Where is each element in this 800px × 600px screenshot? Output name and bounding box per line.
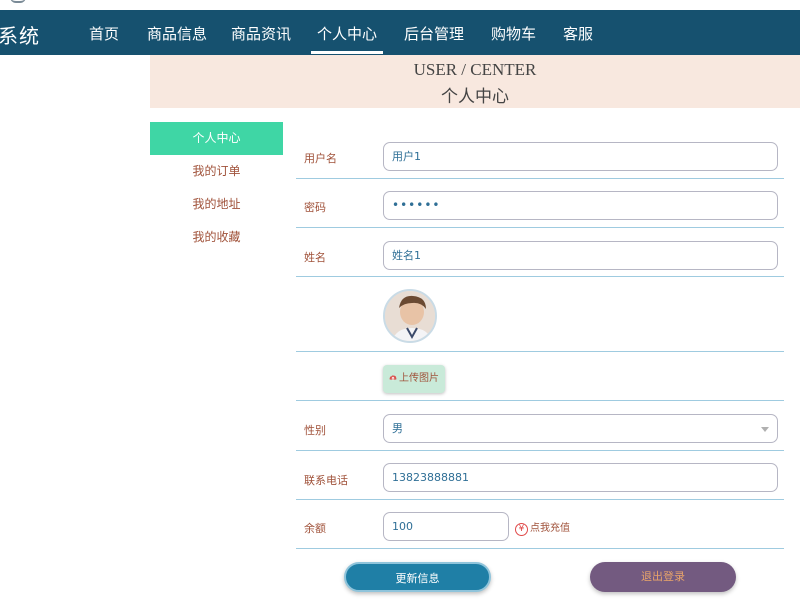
- form-row-username: 用户名 用户1: [296, 131, 784, 179]
- nav-service[interactable]: 客服: [563, 23, 593, 44]
- update-info-button[interactable]: 更新信息: [344, 562, 491, 592]
- nav-cart[interactable]: 购物车: [491, 23, 536, 44]
- gender-value: 男: [392, 422, 403, 435]
- sidebar-item-addresses[interactable]: 我的地址: [150, 188, 283, 221]
- yen-icon: ¥: [515, 523, 528, 536]
- avatar[interactable]: [383, 289, 437, 343]
- phone-input[interactable]: 13823888881: [383, 463, 778, 492]
- form-row-avatar: [296, 277, 784, 352]
- password-input[interactable]: ••••••: [383, 191, 778, 220]
- recharge-link[interactable]: ¥ 点我充值: [515, 519, 570, 536]
- nav-user-center[interactable]: 个人中心: [317, 23, 377, 44]
- password-label: 密码: [304, 201, 326, 214]
- phone-label: 联系电话: [304, 474, 348, 487]
- recharge-label: 点我充值: [530, 523, 570, 534]
- gender-label: 性别: [304, 424, 326, 437]
- form-row-password: 密码 ••••••: [296, 179, 784, 228]
- banner-title-cn: 个人中心: [441, 87, 509, 106]
- name-label: 姓名: [304, 251, 326, 264]
- nav-admin[interactable]: 后台管理: [404, 23, 464, 44]
- sidebar-item-orders[interactable]: 我的订单: [150, 155, 283, 188]
- username-label: 用户名: [304, 152, 337, 165]
- nav-news[interactable]: 商品资讯: [231, 23, 291, 44]
- form-row-phone: 联系电话 13823888881: [296, 451, 784, 500]
- banner-title-en: USER / CENTER: [413, 60, 537, 79]
- sidebar: 个人中心 我的订单 我的地址 我的收藏: [150, 122, 283, 254]
- upload-image-button[interactable]: 上传图片: [383, 365, 445, 393]
- page-banner: USER / CENTER 个人中心: [150, 55, 800, 108]
- sidebar-item-favorites[interactable]: 我的收藏: [150, 221, 283, 254]
- form-row-upload: 上传图片: [296, 352, 784, 401]
- nav-home[interactable]: 首页: [89, 23, 119, 44]
- username-input[interactable]: 用户1: [383, 142, 778, 171]
- chevron-down-icon: [761, 427, 769, 432]
- name-input[interactable]: 姓名1: [383, 241, 778, 270]
- nav-active-indicator: [311, 51, 383, 54]
- nav-products[interactable]: 商品信息: [147, 23, 207, 44]
- brand-title: 系统: [0, 24, 40, 48]
- upload-button-label: 上传图片: [399, 373, 439, 384]
- logo-fragment-icon: [10, 0, 26, 3]
- logout-button[interactable]: 退出登录: [590, 562, 736, 592]
- top-strip: [0, 0, 800, 10]
- form-row-name: 姓名 姓名1: [296, 228, 784, 277]
- form-row-balance: 余额 100 ¥ 点我充值: [296, 500, 784, 549]
- top-navbar: 系统 首页 商品信息 商品资讯 个人中心 后台管理 购物车 客服: [0, 10, 800, 55]
- sidebar-item-user-center[interactable]: 个人中心: [150, 122, 283, 155]
- gender-select[interactable]: 男: [383, 414, 778, 443]
- avatar-photo: [385, 291, 435, 341]
- upload-cloud-icon: [389, 375, 397, 381]
- balance-input[interactable]: 100: [383, 512, 509, 541]
- balance-label: 余额: [304, 522, 326, 535]
- form-row-gender: 性别 男: [296, 401, 784, 451]
